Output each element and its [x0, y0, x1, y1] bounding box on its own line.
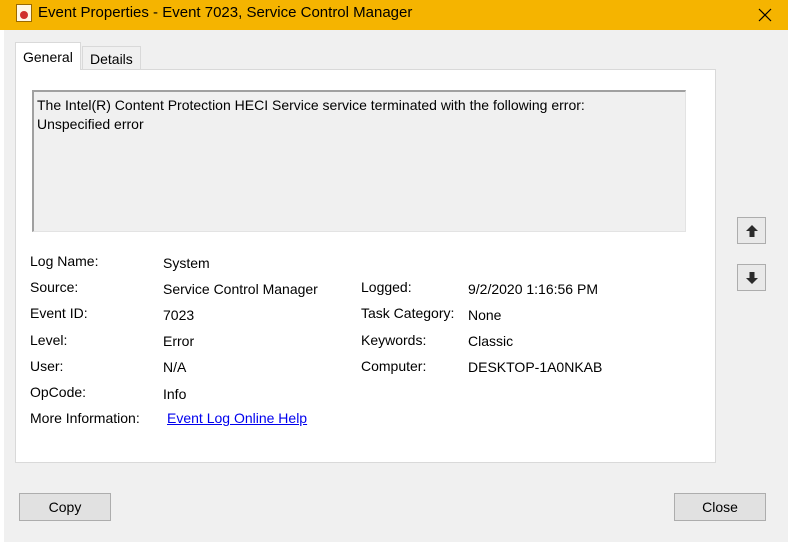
- level-label: Level:: [30, 332, 68, 348]
- event-id-label: Event ID:: [30, 305, 88, 321]
- logged-label: Logged:: [361, 279, 412, 295]
- logged-value: 9/2/2020 1:16:56 PM: [468, 281, 598, 297]
- background-window-edge: [0, 30, 4, 542]
- description-line-2: Unspecified error: [37, 116, 144, 132]
- computer-value: DESKTOP-1A0NKAB: [468, 359, 603, 375]
- arrow-up-icon: [745, 224, 758, 237]
- user-label: User:: [30, 358, 64, 374]
- event-viewer-icon: [16, 4, 32, 22]
- close-icon: [758, 8, 772, 22]
- window-title: Event Properties - Event 7023, Service C…: [38, 4, 413, 21]
- tab-general[interactable]: General: [15, 42, 81, 70]
- event-description[interactable]: The Intel(R) Content Protection HECI Ser…: [32, 90, 686, 232]
- source-label: Source:: [30, 279, 79, 295]
- next-event-button[interactable]: [737, 264, 766, 291]
- copy-button[interactable]: Copy: [19, 493, 111, 521]
- level-value: Error: [163, 333, 195, 349]
- tab-details[interactable]: Details: [82, 46, 141, 70]
- keywords-label: Keywords:: [361, 332, 427, 348]
- window-close-button[interactable]: [742, 0, 788, 30]
- opcode-value: Info: [163, 386, 187, 402]
- log-name-value: System: [163, 255, 210, 271]
- close-button[interactable]: Close: [674, 493, 766, 521]
- keywords-value: Classic: [468, 333, 514, 349]
- arrow-down-icon: [745, 271, 758, 284]
- title-bar: Event Properties - Event 7023, Service C…: [0, 0, 788, 30]
- log-name-label: Log Name:: [30, 253, 99, 269]
- event-id-value: 7023: [163, 307, 195, 323]
- description-line-1: The Intel(R) Content Protection HECI Ser…: [37, 97, 585, 113]
- more-information-label: More Information:: [30, 410, 140, 426]
- user-value: N/A: [163, 359, 187, 375]
- task-category-value: None: [468, 307, 502, 323]
- previous-event-button[interactable]: [737, 217, 766, 244]
- source-value: Service Control Manager: [163, 281, 318, 297]
- computer-label: Computer:: [361, 358, 427, 374]
- opcode-label: OpCode:: [30, 384, 87, 400]
- task-category-label: Task Category:: [361, 305, 455, 321]
- event-log-online-help-link[interactable]: Event Log Online Help: [167, 410, 307, 426]
